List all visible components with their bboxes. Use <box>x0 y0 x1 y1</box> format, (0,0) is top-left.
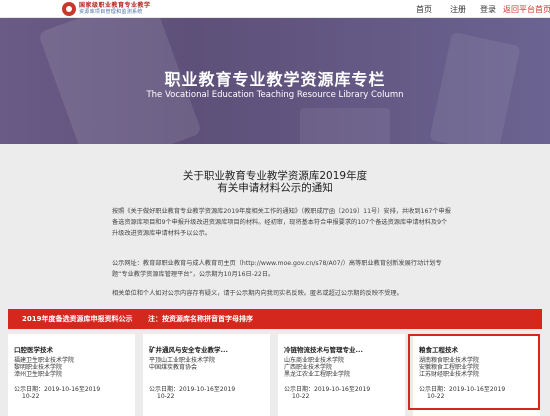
highlight-box <box>408 334 540 410</box>
notice-paragraph-2: 公示网址：教育部职业教育与成人教育司主页（http://www.moe.gov.… <box>112 260 442 278</box>
logo-line2: 资源库项目管理和监测系统 <box>79 8 143 15</box>
card-school: 中国煤炭教育协会 <box>149 364 198 371</box>
notice-title-line2: 有关申请材料公示的通知 <box>217 182 333 194</box>
card-date: 公示日期：2019-10-16至2019 <box>284 386 371 393</box>
card-school: 漳州卫生职业学院 <box>14 371 63 378</box>
card-school: 黑龙江农业工程职业学院 <box>284 371 351 378</box>
announcement-title: 2019年度备选资源库申报资料公示 <box>22 315 133 323</box>
sort-note: 注：按资源库名称拼音首字母排序 <box>148 315 253 323</box>
banner-subtitle: The Vocational Education Teaching Resour… <box>146 90 404 100</box>
card-date-tail: 10-22 <box>157 393 175 400</box>
card-date-tail: 10-22 <box>292 393 310 400</box>
banner-decor-shape <box>300 108 390 144</box>
site-logo[interactable]: 国家级职业教育专业教学 资源库项目管理和监测系统 <box>62 0 151 17</box>
notice-title-line1: 关于职业教育专业教学资源库2019年度 <box>182 170 368 182</box>
card-date: 公示日期：2019-10-16至2019 <box>14 386 101 393</box>
notice-title: 关于职业教育专业教学资源库2019年度 有关申请材料公示的通知 <box>0 170 550 194</box>
banner-title: 职业教育专业教学资源库专栏 <box>164 70 386 89</box>
notice-paragraph-1: 按照《关于做好职业教育专业教学资源库2019年度相关工作的通知》（教职成厅函〔2… <box>112 208 451 237</box>
card-date: 公示日期：2019-10-16至2019 <box>149 386 236 393</box>
card-date-tail: 10-22 <box>22 393 40 400</box>
card-title[interactable]: 口腔医学技术 <box>14 344 53 354</box>
library-card[interactable]: 矿井通风与安全专业教学... 平顶山工业职业技术学院 中国煤炭教育协会 公示日期… <box>143 334 270 416</box>
nav-home-link[interactable]: 首页 <box>416 4 432 15</box>
library-card[interactable]: 冷链物流技术与管理专业... 山东商业职业技术学院 广西职业技术学院 黑龙江农业… <box>278 334 405 416</box>
announcement-bar: 2019年度备选资源库申报资料公示 注：按资源库名称拼音首字母排序 <box>8 309 542 329</box>
logo-emblem-icon <box>62 1 76 16</box>
card-title[interactable]: 矿井通风与安全专业教学... <box>149 344 228 354</box>
logo-line1: 国家级职业教育专业教学 <box>79 1 151 9</box>
top-bar: 国家级职业教育专业教学 资源库项目管理和监测系统 首页 注册 登录 返回平台首页 <box>0 0 550 18</box>
nav-register-link[interactable]: 注册 <box>450 4 466 15</box>
card-title[interactable]: 冷链物流技术与管理专业... <box>284 344 363 354</box>
notice-paragraph-3: 相关单位和个人如对公示内容存有疑义，请于公示期内向我司实名反映。匿名或超过公示期… <box>112 290 403 297</box>
nav-login-link[interactable]: 登录 <box>480 4 496 15</box>
return-platform-link[interactable]: 返回平台首页 <box>503 4 550 15</box>
column-banner: 职业教育专业教学资源库专栏 The Vocational Education T… <box>0 18 550 144</box>
library-card[interactable]: 口腔医学技术 福建卫生职业技术学院 黎明职业技术学院 漳州卫生职业学院 公示日期… <box>8 334 135 416</box>
logo-text: 国家级职业教育专业教学 资源库项目管理和监测系统 <box>79 1 151 15</box>
